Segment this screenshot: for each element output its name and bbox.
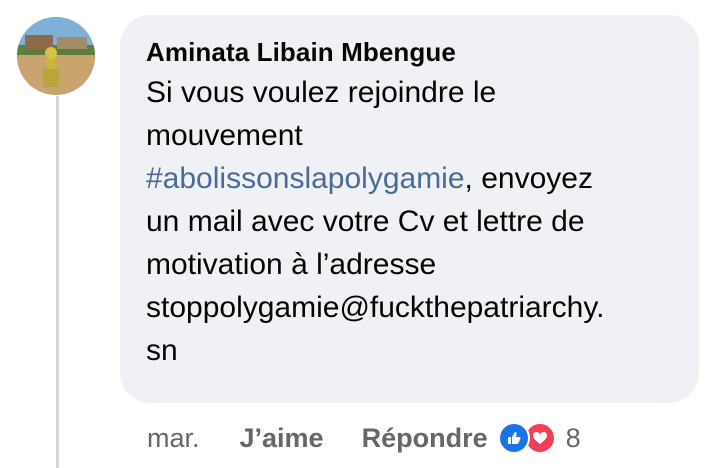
comment-author[interactable]: Aminata Libain Mbengue [146, 37, 677, 67]
comment-bubble: Aminata Libain Mbengue Si vous voulez re… [120, 15, 699, 403]
comment-line: Si vous voulez rejoindre le [146, 76, 497, 109]
comment-footer: mar. J’aime Répondre 8 [147, 418, 581, 458]
comment-line: , envoyez [464, 162, 593, 195]
comment-line: stoppolygamie@fuckthepatriarchy. [146, 291, 605, 324]
reaction-count: 8 [565, 422, 581, 453]
hashtag-link[interactable]: #abolissonslapolygamie [146, 162, 465, 195]
like-button[interactable]: J’aime [240, 423, 324, 454]
comment-body: Si vous voulez rejoindre le mouvement #abo… [146, 71, 677, 372]
reply-button[interactable]: Répondre [362, 423, 488, 454]
thread-line [56, 96, 59, 468]
comment-line: mouvement [146, 119, 303, 152]
comment-line: un mail avec votre Cv et lettre de [146, 205, 585, 238]
comment-line: motivation à l’adresse [146, 248, 437, 281]
avatar-photo [17, 17, 95, 95]
like-icon [497, 422, 530, 454]
avatar[interactable] [17, 17, 95, 95]
reactions-summary[interactable] [497, 422, 556, 454]
comment-line: sn [146, 334, 178, 367]
comment-timestamp[interactable]: mar. [147, 423, 200, 454]
comment-thread: Aminata Libain Mbengue Si vous voulez re… [0, 0, 720, 468]
